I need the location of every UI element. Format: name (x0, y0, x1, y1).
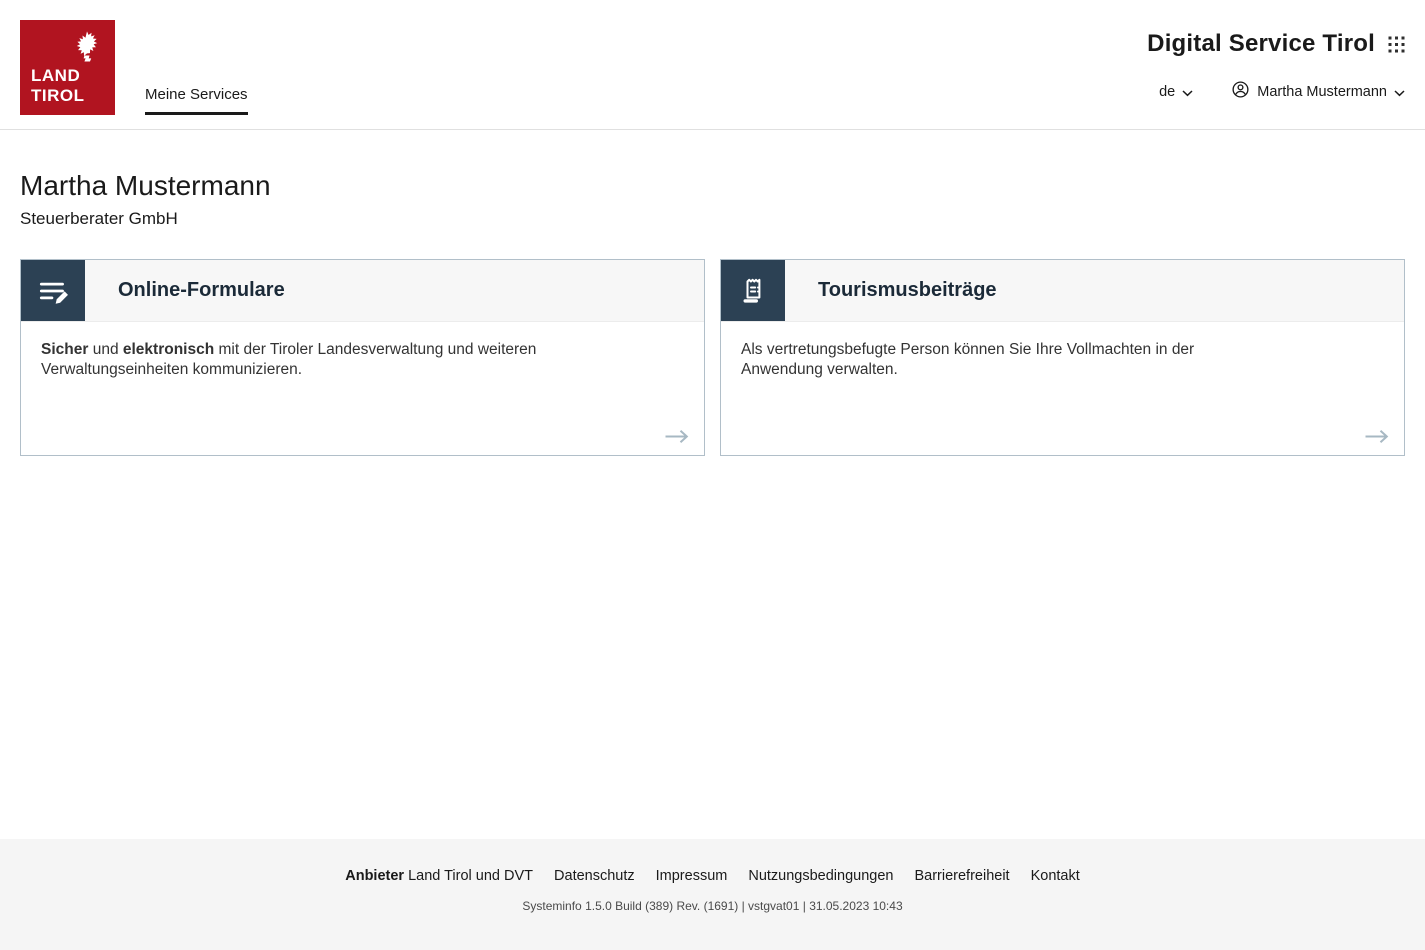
language-selector[interactable]: de (1159, 83, 1193, 101)
footer-links: Anbieter Land Tirol und DVT Datenschutz … (345, 868, 1080, 884)
service-cards-row: Online-Formulare Sicher und elektronisch… (20, 259, 1405, 456)
card-header: Tourismusbeiträge (721, 260, 1404, 322)
card-tourismusbeitraege[interactable]: Tourismusbeiträge Als vertretungsbefugte… (720, 259, 1405, 456)
site-header: LAND TIROL Meine Services Digital Servic… (0, 0, 1425, 130)
arrow-right-icon[interactable] (1364, 429, 1390, 444)
card-title: Online-Formulare (118, 260, 285, 321)
form-edit-icon (21, 260, 85, 321)
main-content: Martha Mustermann Steuerberater GmbH Onl… (0, 130, 1425, 839)
footer-link-impressum[interactable]: Impressum (656, 868, 728, 884)
card-description: Sicher und elektronisch mit der Tiroler … (21, 322, 581, 381)
footer-provider: Anbieter Land Tirol und DVT (345, 868, 533, 884)
active-tab-underline (145, 112, 248, 115)
chevron-down-icon (1182, 85, 1193, 101)
user-menu-name: Martha Mustermann (1257, 84, 1387, 100)
footer-link-nutzungsbedingungen[interactable]: Nutzungsbedingungen (748, 868, 893, 884)
card-description: Als vertretungsbefugte Person können Sie… (721, 322, 1281, 381)
header-right-cluster: Digital Service Tirol de (1147, 30, 1405, 103)
site-footer: Anbieter Land Tirol und DVT Datenschutz … (0, 839, 1425, 950)
nav-tab-label: Meine Services (145, 86, 248, 103)
footer-link-kontakt[interactable]: Kontakt (1031, 868, 1080, 884)
arrow-right-icon[interactable] (664, 429, 690, 444)
nav-tab-meine-services[interactable]: Meine Services (145, 86, 248, 115)
footer-link-datenschutz[interactable]: Datenschutz (554, 868, 635, 884)
page-title: Martha Mustermann (20, 170, 1405, 202)
user-menu[interactable]: Martha Mustermann (1231, 80, 1405, 103)
account-circle-icon (1231, 80, 1250, 103)
language-current: de (1159, 84, 1175, 100)
tirol-eagle-icon (70, 29, 104, 70)
chevron-down-icon (1394, 85, 1405, 101)
systeminfo: Systeminfo 1.5.0 Build (389) Rev. (1691)… (522, 899, 902, 913)
apps-grid-icon[interactable] (1388, 36, 1405, 53)
app-title: Digital Service Tirol (1147, 30, 1375, 58)
footer-link-barrierefreiheit[interactable]: Barrierefreiheit (914, 868, 1009, 884)
receipt-icon (721, 260, 785, 321)
card-online-formulare[interactable]: Online-Formulare Sicher und elektronisch… (20, 259, 705, 456)
card-header: Online-Formulare (21, 260, 704, 322)
card-title: Tourismusbeiträge (818, 260, 997, 321)
land-tirol-logo[interactable]: LAND TIROL (20, 20, 115, 115)
page-subtitle: Steuerberater GmbH (20, 209, 1405, 229)
logo-text: LAND TIROL (31, 66, 85, 106)
